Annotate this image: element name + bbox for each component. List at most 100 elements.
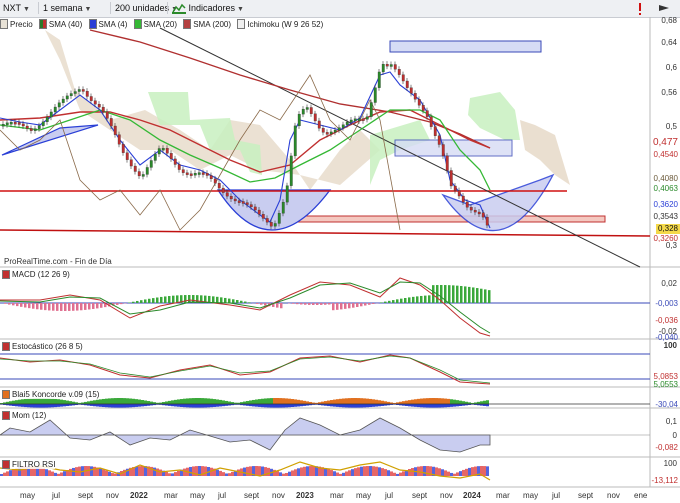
macd-hist-bar: [372, 303, 375, 304]
macd-hist-bar: [336, 303, 339, 310]
koncorde-bar: [417, 404, 420, 408]
macd-hist-bar: [464, 286, 467, 303]
candle-body: [445, 155, 449, 171]
rsi-filter-bar: [438, 468, 441, 476]
candle-body: [185, 172, 189, 175]
rsi-filter-bar: [159, 469, 162, 476]
price-axis-label: 0,56: [661, 88, 677, 97]
macd-hist-bar: [156, 297, 159, 303]
x-axis-label: jul: [218, 491, 227, 500]
x-axis-label: mar: [164, 491, 178, 500]
koncorde-bar: [60, 399, 63, 404]
macd-hist-bar: [280, 303, 283, 309]
ichimoku-value-badge: 0,4080: [653, 174, 678, 183]
candle-body: [297, 113, 301, 127]
rsi-filter-bar: [471, 467, 474, 476]
candle-body: [245, 202, 249, 205]
price-axis-label: 0,64: [661, 38, 677, 47]
rsi-filter-bar: [345, 471, 348, 476]
koncorde-bar: [195, 398, 198, 404]
sma40-value-badge: 0,477: [652, 137, 678, 148]
candle-body: [405, 80, 409, 88]
macd-hist-bar: [472, 287, 475, 303]
macd-hist-bar: [60, 303, 63, 311]
koncorde-bar: [189, 398, 192, 404]
koncorde-bar: [138, 399, 141, 404]
candle-body: [181, 169, 185, 173]
candle-body: [177, 164, 181, 170]
macd-hist-bar: [12, 303, 15, 306]
rsi-filter-bar: [267, 467, 270, 476]
koncorde-bar: [21, 399, 24, 404]
koncorde-bar: [459, 400, 462, 404]
koncorde-bar: [123, 404, 126, 408]
koncorde-bar: [42, 404, 45, 408]
koncorde-bar: [258, 399, 261, 404]
rsi-filter-bar: [90, 466, 93, 476]
x-axis-label: nov: [106, 491, 119, 500]
macd-hist-bar: [232, 299, 235, 303]
candle-body: [141, 174, 145, 177]
macd-hist-bar: [44, 303, 47, 311]
candle-body: [53, 106, 57, 113]
koncorde-bar: [69, 401, 72, 404]
rsi-filter-bar: [177, 470, 180, 476]
macd-hist-bar: [92, 303, 95, 309]
macd-signal-badge: -0,036: [655, 316, 678, 325]
macd-hist-bar: [244, 301, 247, 303]
ichimoku-cloud-bearish-right: [520, 120, 570, 185]
koncorde-bar: [183, 398, 186, 404]
macd-hist-bar: [364, 303, 367, 306]
koncorde-bar: [213, 399, 216, 404]
candle-body: [241, 201, 245, 204]
candle-body: [409, 87, 413, 94]
candle-body: [265, 218, 269, 223]
koncorde-bar: [447, 398, 450, 404]
koncorde-bar: [444, 404, 447, 408]
macd-hist-bar: [408, 297, 411, 303]
koncorde-bar: [273, 404, 276, 408]
macd-hist-bar: [388, 300, 391, 303]
x-axis-label: nov: [440, 491, 453, 500]
koncorde-bar: [405, 400, 408, 404]
chart-canvas[interactable]: [0, 0, 680, 503]
koncorde-bar: [30, 398, 33, 404]
candle-body: [45, 116, 49, 122]
koncorde-bar: [210, 398, 213, 404]
rsi-filter-bar: [192, 466, 195, 476]
rsi-filter-bar: [168, 473, 171, 476]
rsi-filter-bar: [459, 471, 462, 476]
koncorde-bar: [294, 399, 297, 404]
x-axis-label: may: [523, 491, 539, 500]
rsi-filter-bar: [423, 466, 426, 476]
koncorde-bar: [180, 399, 183, 404]
koncorde-bar: [423, 398, 426, 404]
macd-hist-bar: [352, 303, 355, 308]
koncorde-bar: [297, 399, 300, 404]
rsi-filter-bar: [246, 466, 249, 476]
koncorde-bar: [27, 404, 30, 408]
rsi-filter-bar: [45, 469, 48, 476]
macd-hist-bar: [400, 298, 403, 303]
koncorde-bar: [222, 400, 225, 404]
candle-body: [105, 111, 109, 119]
koncorde-bar: [294, 404, 297, 407]
rsi-filter-bar: [402, 471, 405, 476]
candle-body: [393, 64, 397, 70]
koncorde-bar: [132, 398, 135, 404]
candle-body: [421, 105, 425, 111]
candle-body: [269, 222, 273, 227]
koncorde-bar: [63, 400, 66, 404]
macd-hist-bar: [456, 285, 459, 303]
rsi-filter-bar: [225, 473, 228, 476]
koncorde-bar: [342, 404, 345, 408]
candle-body: [157, 148, 161, 155]
candle-body: [385, 64, 389, 67]
rsi-filter-bar: [336, 472, 339, 476]
x-axis-label: sept: [578, 491, 594, 500]
macd-hist-bar: [144, 299, 147, 303]
candle-body: [417, 99, 421, 106]
koncorde-bar: [210, 404, 213, 408]
candle-body: [389, 64, 393, 67]
rsi-filter-bar: [216, 469, 219, 476]
